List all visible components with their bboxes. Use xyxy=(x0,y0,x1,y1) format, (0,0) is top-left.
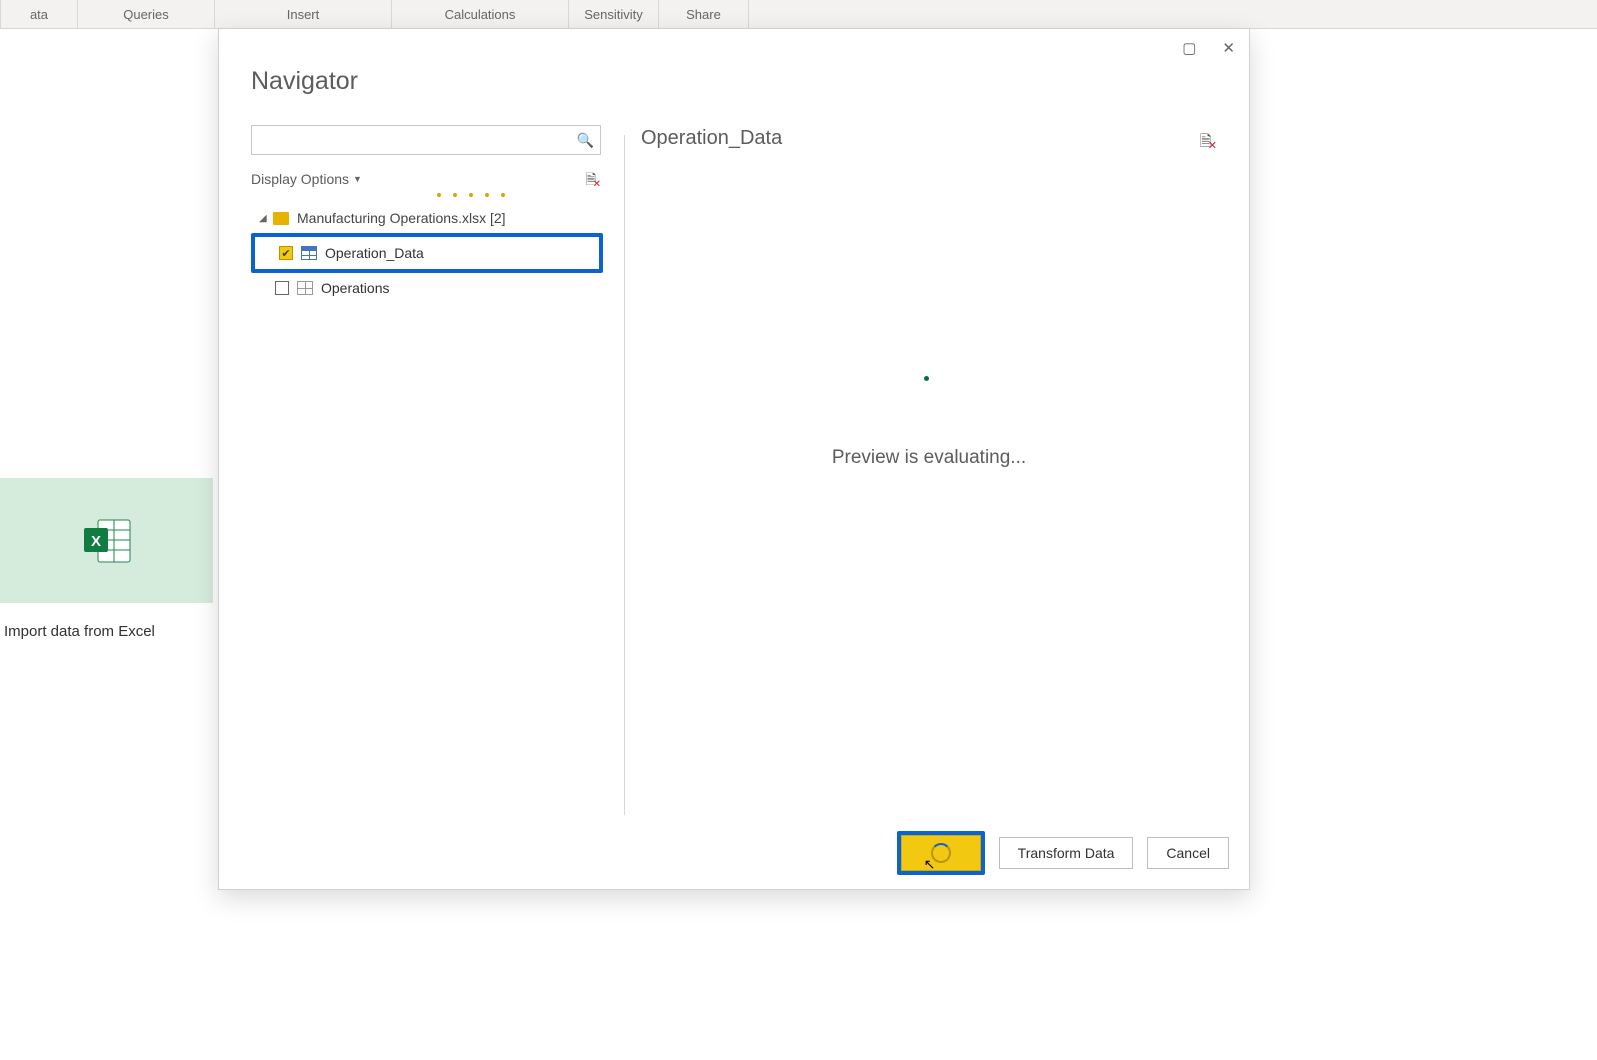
ribbon-tab-data[interactable]: ata xyxy=(0,0,78,28)
tree-item-operations[interactable]: Operations xyxy=(251,273,601,303)
search-input[interactable] xyxy=(260,132,577,149)
tree-item-label: Operations xyxy=(321,280,389,296)
import-excel-card[interactable]: X xyxy=(0,478,213,603)
table-icon xyxy=(301,246,317,260)
tree-root-label: Manufacturing Operations.xlsx [2] xyxy=(297,210,506,226)
checkbox-checked-icon[interactable]: ✔ xyxy=(279,246,293,260)
cancel-button[interactable]: Cancel xyxy=(1147,837,1229,869)
tree-item-highlighted: ✔ Operation_Data xyxy=(251,233,603,273)
load-button-highlight: ↖ xyxy=(897,831,985,875)
transform-data-button[interactable]: Transform Data xyxy=(999,837,1134,869)
search-icon: 🔍 xyxy=(577,132,594,149)
preview-status-text: Preview is evaluating... xyxy=(641,447,1217,469)
folder-icon xyxy=(273,212,289,225)
search-box[interactable]: 🔍 xyxy=(251,125,601,155)
loading-dot-icon xyxy=(924,376,929,381)
tree-item-operation-data[interactable]: ✔ Operation_Data xyxy=(255,237,599,269)
clear-selection-button[interactable]: 🗎✕ xyxy=(585,172,601,187)
clear-preview-button[interactable]: 🗎✕ xyxy=(1200,131,1217,156)
ribbon-tab-insert[interactable]: Insert xyxy=(215,0,392,28)
chevron-down-icon: ▼ xyxy=(353,174,362,184)
pane-divider xyxy=(624,135,625,815)
navigator-dialog: ▢ ✕ Navigator 🔍 Display Options ▼ 🗎✕ ◢ M… xyxy=(218,28,1250,890)
preview-title: Operation_Data xyxy=(641,127,782,150)
display-options-dropdown[interactable]: Display Options ▼ xyxy=(251,171,362,187)
navigator-left-pane: 🔍 Display Options ▼ 🗎✕ ◢ Manufacturing O… xyxy=(251,125,611,829)
loading-dots xyxy=(437,193,611,197)
excel-icon: X xyxy=(82,518,132,564)
svg-text:X: X xyxy=(90,533,100,550)
ribbon-tab-queries[interactable]: Queries xyxy=(78,0,215,28)
load-button[interactable]: ↖ xyxy=(901,835,981,871)
tree-item-label: Operation_Data xyxy=(325,245,424,261)
navigator-preview-pane: Operation_Data 🗎✕ Preview is evaluating.… xyxy=(641,127,1217,829)
ribbon: ata Queries Insert Calculations Sensitiv… xyxy=(0,0,1597,29)
collapse-icon: ◢ xyxy=(259,213,273,224)
tree-root-file[interactable]: ◢ Manufacturing Operations.xlsx [2] xyxy=(251,203,601,233)
close-icon[interactable]: ✕ xyxy=(1222,41,1235,56)
import-excel-label: Import data from Excel xyxy=(4,623,155,640)
ribbon-tab-sensitivity[interactable]: Sensitivity xyxy=(569,0,659,28)
navigator-tree: ◢ Manufacturing Operations.xlsx [2] ✔ Op… xyxy=(251,203,601,303)
display-options-label: Display Options xyxy=(251,171,349,187)
checkbox-unchecked-icon[interactable] xyxy=(275,281,289,295)
dialog-button-bar: ↖ Transform Data Cancel xyxy=(897,831,1229,875)
worksheet-icon xyxy=(297,281,313,295)
dialog-title: Navigator xyxy=(251,67,358,96)
maximize-icon[interactable]: ▢ xyxy=(1182,41,1196,56)
ribbon-tab-calculations[interactable]: Calculations xyxy=(392,0,569,28)
ribbon-tab-share[interactable]: Share xyxy=(659,0,749,28)
cursor-icon: ↖ xyxy=(924,856,936,873)
